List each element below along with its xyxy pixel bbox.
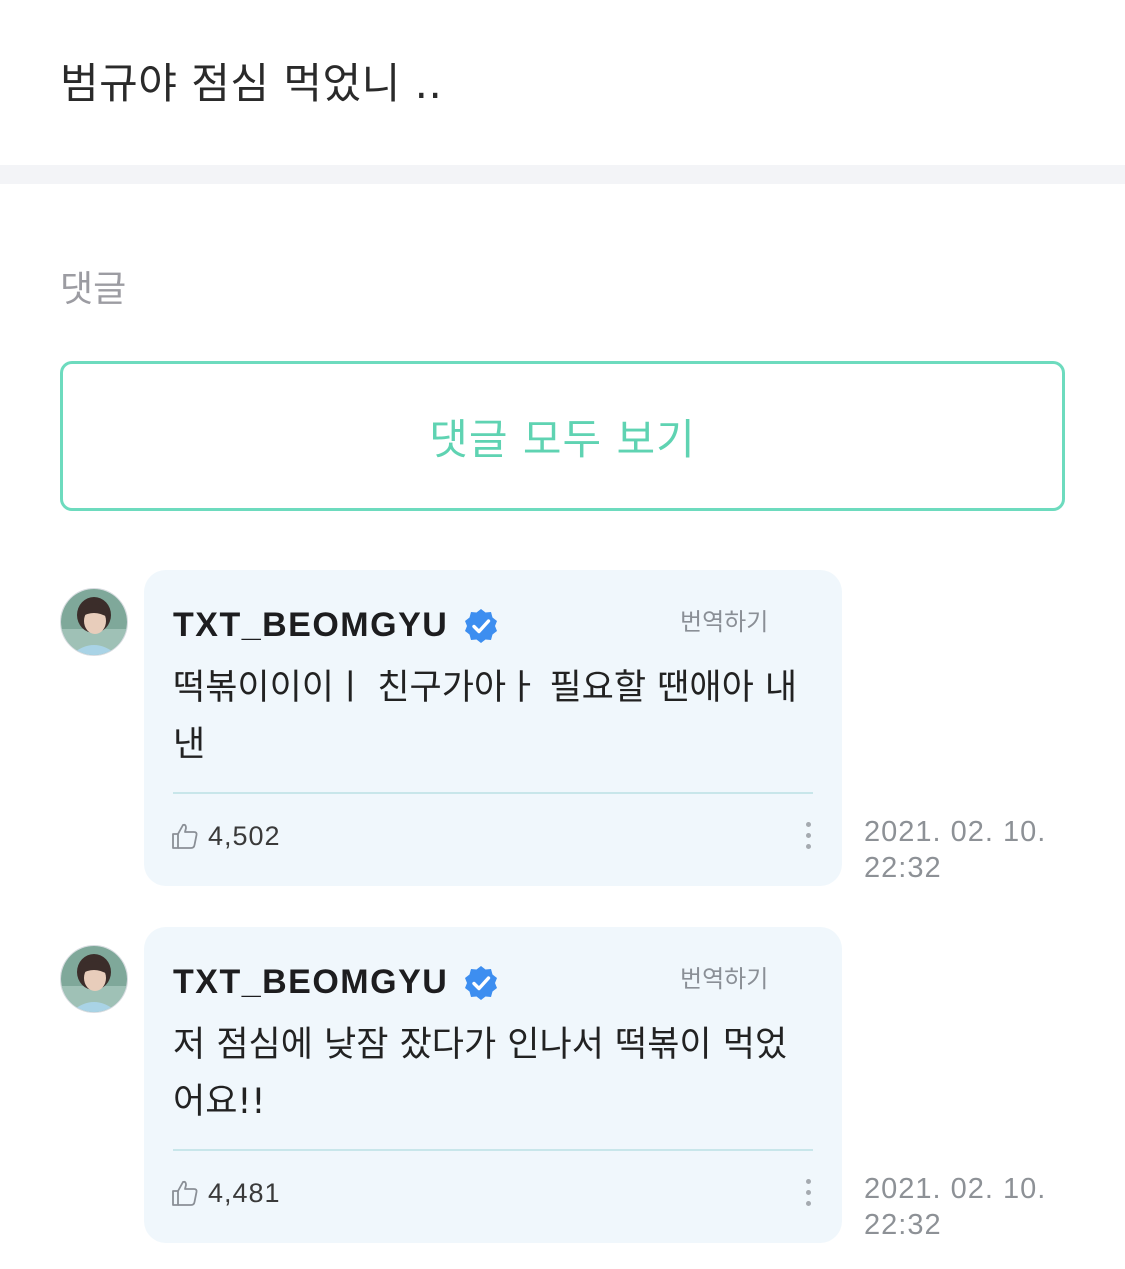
comment-item: TXT_BEOMGYU 번역하기 떡볶이이이ㅣ 친구가아ㅏ 필요할 땐애아 내낸… xyxy=(60,570,1065,886)
like-count: 4,481 xyxy=(208,1177,281,1208)
avatar[interactable] xyxy=(60,945,128,1013)
thumbs-up-icon xyxy=(170,821,200,851)
comment-author[interactable]: TXT_BEOMGYU xyxy=(173,963,500,1002)
comments-section-title: 댓글 xyxy=(60,269,127,310)
comment-divider xyxy=(173,1149,813,1151)
comment-bubble: TXT_BEOMGYU 번역하기 떡볶이이이ㅣ 친구가아ㅏ 필요할 땐애아 내낸… xyxy=(144,570,842,886)
more-options-icon[interactable] xyxy=(802,822,814,856)
author-name[interactable]: TXT_BEOMGYU xyxy=(173,606,448,645)
like-button[interactable]: 4,481 xyxy=(170,1175,281,1211)
like-count: 4,502 xyxy=(208,820,281,851)
verified-badge-icon xyxy=(462,964,500,1002)
comment-text: 떡볶이이이ㅣ 친구가아ㅏ 필요할 땐애아 내낸 xyxy=(173,668,798,765)
comment-item: TXT_BEOMGYU 번역하기 저 점심에 낮잠 잤다가 인나서 떡볶이 먹었… xyxy=(60,927,1065,1243)
more-options-icon[interactable] xyxy=(802,1179,814,1213)
comment-text: 저 점심에 낮잠 잤다가 인나서 떡볶이 먹었어요!! xyxy=(173,1025,788,1122)
verified-badge-icon xyxy=(462,607,500,645)
timestamp-time: 22:32 xyxy=(864,1209,942,1241)
comment-author[interactable]: TXT_BEOMGYU xyxy=(173,606,500,645)
translate-link[interactable]: 번역하기 xyxy=(680,959,768,994)
comment-divider xyxy=(173,792,813,794)
author-name[interactable]: TXT_BEOMGYU xyxy=(173,963,448,1002)
comment-bubble: TXT_BEOMGYU 번역하기 저 점심에 낮잠 잤다가 인나서 떡볶이 먹었… xyxy=(144,927,842,1243)
view-all-comments-button[interactable]: 댓글 모두 보기 xyxy=(60,361,1065,511)
comment-timestamp: 2021. 02. 10. 22:32 xyxy=(864,1171,1064,1243)
timestamp-date: 2021. 02. 10. xyxy=(864,816,1047,848)
timestamp-time: 22:32 xyxy=(864,852,942,884)
avatar[interactable] xyxy=(60,588,128,656)
timestamp-date: 2021. 02. 10. xyxy=(864,1173,1047,1205)
comment-timestamp: 2021. 02. 10. 22:32 xyxy=(864,814,1064,886)
translate-link[interactable]: 번역하기 xyxy=(680,602,768,637)
post-body: 범규야 점심 먹었니 .. xyxy=(60,59,443,108)
section-divider xyxy=(0,165,1125,184)
thumbs-up-icon xyxy=(170,1178,200,1208)
like-button[interactable]: 4,502 xyxy=(170,818,281,854)
